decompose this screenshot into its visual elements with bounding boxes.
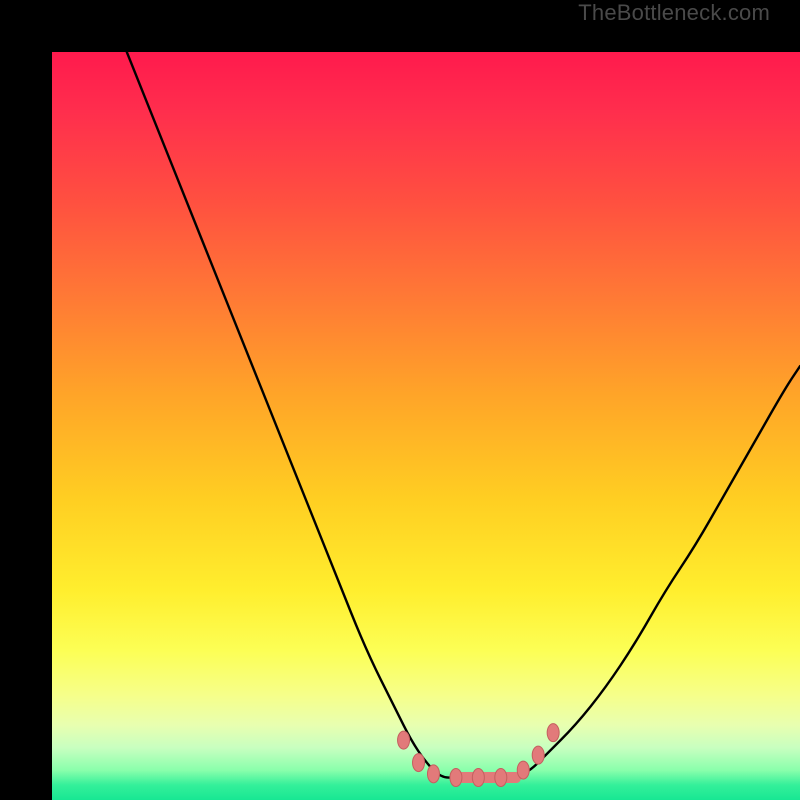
plot-area	[52, 52, 800, 800]
curve-layer	[52, 52, 800, 800]
marker-left-cluster-3	[427, 765, 439, 783]
marker-right-cluster-1	[517, 761, 529, 779]
marker-left-cluster-1	[398, 731, 410, 749]
marker-flat-2	[472, 769, 484, 787]
right-curve-path	[516, 366, 800, 777]
marker-left-cluster-2	[413, 754, 425, 772]
watermark-text: TheBottleneck.com	[578, 0, 770, 26]
marker-flat-3	[495, 769, 507, 787]
marker-flat-1	[450, 769, 462, 787]
marker-right-cluster-3	[547, 724, 559, 742]
marker-group	[398, 724, 560, 787]
marker-right-cluster-2	[532, 746, 544, 764]
left-curve-path	[127, 52, 456, 778]
chart-frame	[0, 0, 800, 800]
